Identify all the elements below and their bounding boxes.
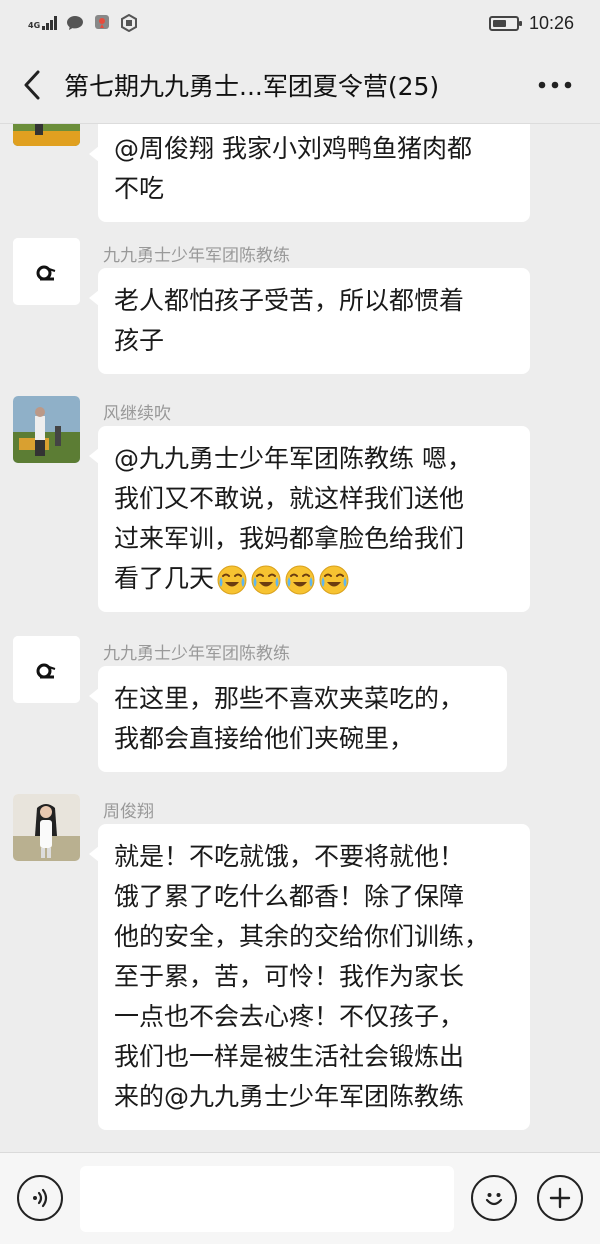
message-line: 饿了累了吃什么都香！除了保障 (114, 882, 465, 911)
chat-notification-icon (66, 14, 84, 32)
status-bar: 4G 10:26 (0, 0, 600, 46)
more-dots-icon (538, 81, 572, 88)
message-bubble[interactable]: @周俊翔 我家小刘鸡鸭鱼猪肉都 不吃 (89, 124, 530, 222)
voice-icon (33, 1188, 48, 1208)
app-notification-icon (120, 14, 138, 32)
message-line: 至于累，苦，可怜！我作为家长 (114, 962, 465, 991)
avatar[interactable] (13, 124, 80, 146)
emoji-row (216, 564, 350, 596)
chat-title: 第七期九九勇士...军团夏令营(25) (64, 71, 440, 101)
sender-name: 九九勇士少年军团陈教练 (103, 644, 290, 664)
battery-fill (492, 19, 507, 27)
signal-bars-icon (42, 16, 58, 30)
voice-button[interactable] (17, 1175, 63, 1221)
message-line: @周俊翔 我家小刘鸡鸭鱼猪肉都 (114, 134, 472, 163)
chat-header: 第七期九九勇士...军团夏令营(25) (0, 46, 600, 124)
message-bubble[interactable]: @九九勇士少年军团陈教练 嗯， 我们又不敢说，就这样我们送他 过来军训，我妈都拿… (89, 426, 530, 612)
emoji-icon (485, 1193, 503, 1206)
status-bar-left: 4G (28, 14, 138, 32)
message-input[interactable] (80, 1166, 454, 1232)
message-line: 来的@九九勇士少年军团陈教练 (114, 1082, 465, 1111)
message-line: 在这里，那些不喜欢夹菜吃的， (114, 684, 465, 713)
crying-laughing-emoji-icon (285, 565, 315, 595)
message-line: 不吃 (114, 174, 165, 203)
avatar[interactable] (13, 238, 80, 305)
battery-icon (488, 15, 522, 31)
message-line: 老人都怕孩子受苦，所以都惯着 (114, 286, 465, 315)
crying-laughing-emoji-icon (251, 565, 281, 595)
message-line: 看了几天 (114, 559, 514, 599)
photo-avatar-man-icon (13, 396, 80, 463)
message-line: 就是！不吃就饿，不要将就他！ (114, 842, 465, 871)
message-line: 一点也不会去心疼！不仅孩子， (114, 1002, 465, 1031)
message-line: @九九勇士少年军团陈教练 嗯， (114, 444, 472, 473)
message-line: 他的安全，其余的交给你们训练， (114, 922, 490, 951)
photo-avatar-man-icon (13, 124, 80, 146)
message-line-text: 看了几天 (114, 564, 215, 593)
logo-avatar-icon (13, 636, 80, 703)
location-pin-icon (93, 14, 111, 32)
chevron-left-icon (24, 70, 40, 99)
status-bar-right: 10:26 (488, 12, 574, 34)
sender-name: 九九勇士少年军团陈教练 (103, 246, 290, 266)
sender-name: 风继续吹 (103, 404, 171, 424)
avatar[interactable] (13, 636, 80, 703)
message-line: 我都会直接给他们夹碗里， (114, 724, 415, 753)
message-line: 我们也一样是被生活社会锻炼出 (114, 1042, 465, 1071)
message-list[interactable]: @周俊翔 我家小刘鸡鸭鱼猪肉都 不吃 九九勇士少年军团陈教练 老人都怕孩子受苦，… (0, 124, 600, 1152)
message-line: 孩子 (114, 326, 165, 355)
message-line: 我们又不敢说，就这样我们送他 (114, 484, 465, 513)
back-button[interactable] (0, 46, 64, 124)
message-bubble[interactable]: 就是！不吃就饿，不要将就他！ 饿了累了吃什么都香！除了保障 他的安全，其余的交给… (89, 824, 530, 1130)
clock: 10:26 (528, 12, 574, 33)
input-bar (0, 1152, 600, 1244)
plus-icon (549, 1187, 571, 1209)
emoji-button[interactable] (471, 1175, 517, 1221)
avatar[interactable] (13, 396, 80, 463)
message-bubble[interactable]: 老人都怕孩子受苦，所以都惯着 孩子 (89, 268, 530, 374)
more-button[interactable] (510, 46, 600, 124)
cellular-signal: 4G (28, 16, 58, 30)
logo-avatar-icon (13, 238, 80, 305)
message-bubble[interactable]: 在这里，那些不喜欢夹菜吃的， 我都会直接给他们夹碗里， (89, 666, 507, 772)
photo-avatar-woman-icon (13, 794, 80, 861)
message-line: 过来军训，我妈都拿脸色给我们 (114, 524, 465, 553)
sender-name: 周俊翔 (103, 802, 154, 822)
crying-laughing-emoji-icon (217, 565, 247, 595)
network-type-label: 4G (28, 21, 41, 30)
crying-laughing-emoji-icon (319, 565, 349, 595)
plus-button[interactable] (537, 1175, 583, 1221)
avatar[interactable] (13, 794, 80, 861)
